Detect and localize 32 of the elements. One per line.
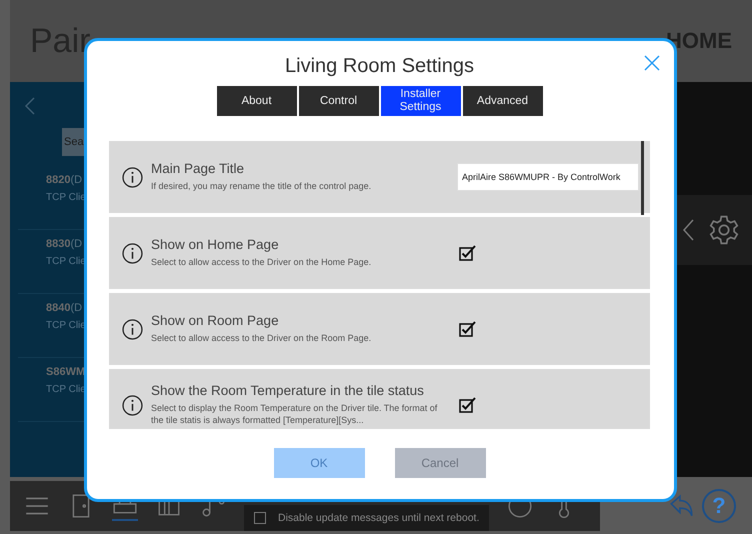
setting-description: Select to allow access to the Driver on the Room Page. [151,333,372,345]
device-name: 8830(D [46,238,82,250]
checked-checkbox-icon[interactable] [459,321,477,337]
device-name: 8820(D [46,174,82,186]
info-icon[interactable] [122,394,143,416]
setting-description: Select to display the Room Temperature on the Driver tile. The format of the tile statis is always formatted [Temperature][Sys... [151,403,438,427]
info-icon[interactable] [122,318,143,340]
checked-checkbox-icon[interactable] [459,245,477,261]
tab[interactable]: Installer Settings [380,86,460,116]
reply-arrow-icon[interactable] [668,492,694,518]
setting-title: Show on Home Page [151,237,280,252]
tab[interactable]: Advanced [462,86,542,116]
close-icon[interactable] [644,55,660,71]
setting-title: Show the Room Temperature in the tile status [151,383,425,398]
setting-description: If desired, you may rename the title of the control page. [151,181,372,193]
dialog-title: Living Room Settings [285,55,474,78]
setting-description: Select to allow access to the Driver on the Home Page. [151,257,372,269]
notice-text: Disable update messages until next reboot. [278,512,480,524]
device-name: 8840(D [46,302,82,314]
checked-checkbox-icon[interactable] [459,397,477,413]
tab[interactable]: About [216,86,296,116]
setting-title: Show on Room Page [151,313,280,328]
checkbox[interactable] [254,512,266,524]
scrollbar[interactable] [641,141,644,215]
settings-icon[interactable] [708,214,740,246]
device-name: S86WM [46,366,86,378]
title-field[interactable]: AprilAire S86WMUPR - By ControlWork [457,163,639,191]
tab[interactable]: Control [298,86,378,116]
chevron-icon[interactable] [682,218,694,242]
setting-title: Main Page Title [151,161,246,176]
info-icon[interactable] [122,166,143,188]
info-icon[interactable] [122,242,143,264]
